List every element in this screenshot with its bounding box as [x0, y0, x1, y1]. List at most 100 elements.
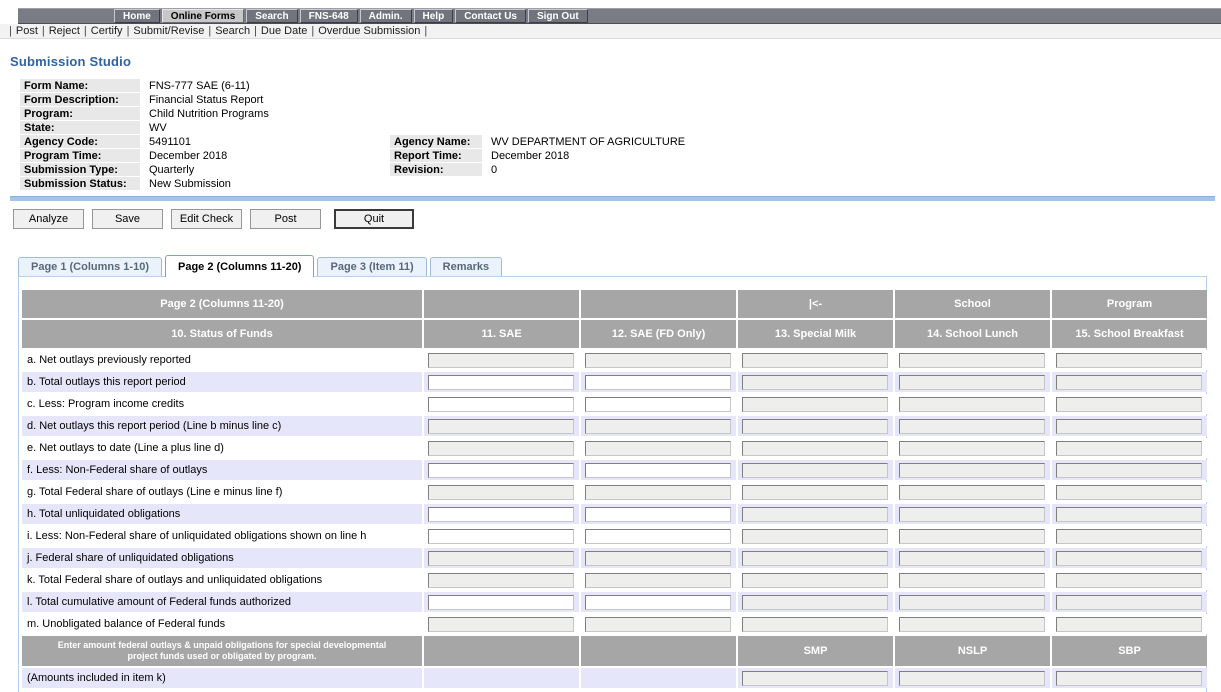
field-value: WV DEPARTMENT OF AGRICULTURE [482, 135, 1206, 148]
row-label: c. Less: Program income credits [22, 394, 422, 414]
tab-page-1-columns-1-10[interactable]: Page 1 (Columns 1-10) [18, 257, 162, 276]
row-label: m. Unobligated balance of Federal funds [22, 614, 422, 634]
field-label: Agency Code: [20, 135, 140, 148]
field-label: Revision: [390, 163, 482, 176]
quit-button[interactable]: Quit [334, 209, 414, 229]
toolbar: Analyze Save Edit Check Post Quit [13, 209, 1221, 229]
input-k-11 [428, 573, 574, 588]
input-f-13 [742, 463, 888, 478]
menu-submit-revise[interactable]: Submit/Revise [133, 25, 204, 37]
analyze-button[interactable]: Analyze [13, 209, 84, 229]
input-g-12 [585, 485, 731, 500]
input-i-11[interactable] [428, 529, 574, 544]
tab-page-3-item-11[interactable]: Page 3 (Item 11) [317, 257, 426, 276]
input-f-12[interactable] [585, 463, 731, 478]
column-header: SMP [738, 636, 893, 666]
field-label: State: [20, 121, 140, 134]
group-header-cell [581, 636, 736, 666]
input-k-14 [899, 573, 1045, 588]
nav-admin[interactable]: Admin. [360, 9, 412, 23]
table-row: d. Net outlays this report period (Line … [22, 416, 1207, 436]
field-value: December 2018 [482, 149, 1206, 162]
menu-certify[interactable]: Certify [91, 25, 123, 37]
tab-page-2-columns-11-20[interactable]: Page 2 (Columns 11-20) [165, 255, 315, 277]
save-button[interactable]: Save [92, 209, 163, 229]
table-row: (Amounts included in item k) [22, 668, 1207, 688]
amount-cell [895, 504, 1050, 524]
column-header: 14. School Lunch [895, 320, 1050, 348]
amount-cell [1052, 372, 1207, 392]
menu-due-date[interactable]: Due Date [261, 25, 307, 37]
field-value: December 2018 [140, 149, 390, 162]
table-row: l. Total cumulative amount of Federal fu… [22, 592, 1207, 612]
amount-cell [738, 668, 893, 688]
amount-cell [895, 614, 1050, 634]
edit-check-button[interactable]: Edit Check [171, 209, 242, 229]
nav-search[interactable]: Search [246, 9, 297, 23]
table-row: c. Less: Program income credits [22, 394, 1207, 414]
menu-overdue-submission[interactable]: Overdue Submission [318, 25, 420, 37]
table-group-title: Page 2 (Columns 11-20) [22, 290, 422, 318]
input-l-11[interactable] [428, 595, 574, 610]
input-a-14 [899, 353, 1045, 368]
input-a-15 [1056, 353, 1202, 368]
menu-separator: | [42, 25, 45, 37]
special-header-label: Enter amount federal outlays & unpaid ob… [22, 636, 422, 666]
menu-search[interactable]: Search [215, 25, 250, 37]
menu-separator: | [127, 25, 130, 37]
input-c-11[interactable] [428, 397, 574, 412]
input-e-11 [428, 441, 574, 456]
input-f-11[interactable] [428, 463, 574, 478]
amount-cell [424, 548, 579, 568]
field-value: 5491101 [140, 135, 390, 148]
nav-sign-out[interactable]: Sign Out [528, 9, 588, 23]
input-h-12[interactable] [585, 507, 731, 522]
amount-cell [895, 416, 1050, 436]
input-m-15 [1056, 617, 1202, 632]
input-b-12[interactable] [585, 375, 731, 390]
input-h-11[interactable] [428, 507, 574, 522]
field-label: Program: [20, 107, 140, 120]
input-m-13 [742, 617, 888, 632]
input-h-15 [1056, 507, 1202, 522]
nav-fns-648[interactable]: FNS-648 [300, 9, 358, 23]
amount-cell [424, 372, 579, 392]
amount-cell [1052, 570, 1207, 590]
amount-cell [738, 372, 893, 392]
menu-reject[interactable]: Reject [49, 25, 80, 37]
funds-table-body: a. Net outlays previously reportedb. Tot… [22, 350, 1207, 688]
nav-help[interactable]: Help [414, 9, 454, 23]
input-l-12[interactable] [585, 595, 731, 610]
menu-separator: | [311, 25, 314, 37]
input-m-11 [428, 617, 574, 632]
input-b-14 [899, 375, 1045, 390]
input-c-13 [742, 397, 888, 412]
post-button[interactable]: Post [250, 209, 321, 229]
amount-cell [1052, 350, 1207, 370]
input-e-13 [742, 441, 888, 456]
input-b-11[interactable] [428, 375, 574, 390]
field-value: Child Nutrition Programs [140, 107, 1206, 120]
column-header: 15. School Breakfast [1052, 320, 1207, 348]
input-l-15 [1056, 595, 1202, 610]
menu-post[interactable]: Post [16, 25, 38, 37]
input-c-12[interactable] [585, 397, 731, 412]
amount-cell [424, 438, 579, 458]
table-row: f. Less: Non-Federal share of outlays [22, 460, 1207, 480]
amount-cell [895, 394, 1050, 414]
nav-online-forms[interactable]: Online Forms [162, 9, 244, 23]
field-label: Submission Type: [20, 163, 140, 176]
nav-home[interactable]: Home [114, 9, 160, 23]
amount-cell [424, 570, 579, 590]
tab-remarks[interactable]: Remarks [430, 257, 502, 276]
input-smp [742, 671, 888, 686]
field-value: New Submission [140, 177, 1206, 190]
form-info-row: Form Description:Financial Status Report [20, 93, 1206, 106]
input-j-15 [1056, 551, 1202, 566]
input-i-12[interactable] [585, 529, 731, 544]
page: HomeOnline FormsSearchFNS-648Admin.HelpC… [0, 0, 1221, 692]
nav-contact-us[interactable]: Contact Us [455, 9, 526, 23]
amount-cell [1052, 394, 1207, 414]
amount-cell [895, 548, 1050, 568]
amount-cell [581, 592, 736, 612]
